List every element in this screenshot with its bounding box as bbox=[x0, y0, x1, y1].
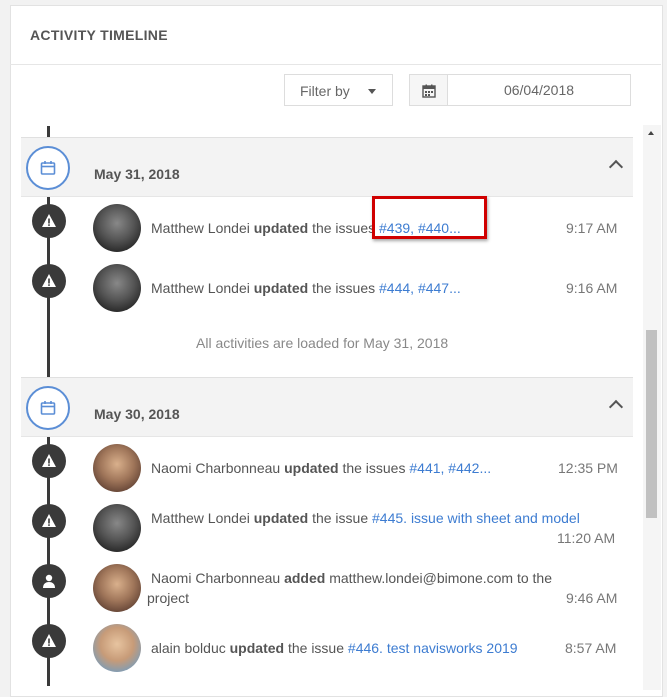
event-desc: the issues bbox=[312, 220, 376, 236]
event-text: Matthew Londei updated the issues #444, … bbox=[151, 280, 461, 296]
event-action: updated bbox=[229, 640, 285, 656]
event-time: 11:20 AM bbox=[557, 530, 616, 546]
event-time: 12:35 PM bbox=[558, 460, 618, 476]
warning-icon bbox=[32, 204, 66, 238]
event-user: Naomi Charbonneau bbox=[151, 460, 281, 476]
event-text: alain bolduc updated the issue #446. tes… bbox=[151, 640, 518, 656]
event-desc: the issues bbox=[342, 460, 406, 476]
scrollbar-thumb[interactable] bbox=[646, 330, 657, 518]
avatar bbox=[93, 264, 141, 312]
avatar bbox=[93, 564, 141, 612]
event-desc: the issues bbox=[312, 280, 376, 296]
event-desc-suffix: to the bbox=[516, 570, 552, 586]
timeline-scroll-area[interactable]: May 31, 2018 Matthew Londei updated the … bbox=[10, 0, 661, 690]
scrollbar[interactable] bbox=[643, 125, 661, 690]
event-text: Naomi Charbonneau added matthew.londei@b… bbox=[151, 570, 552, 586]
event-user: Matthew Londei bbox=[151, 510, 250, 526]
issue-link[interactable]: #439, #440... bbox=[379, 220, 461, 236]
avatar bbox=[93, 504, 141, 552]
event-text: Naomi Charbonneau updated the issues #44… bbox=[151, 460, 491, 476]
event-desc: matthew.londei@bimone.com bbox=[329, 570, 514, 586]
avatar bbox=[93, 624, 141, 672]
user-icon bbox=[32, 564, 66, 598]
event-action: updated bbox=[253, 510, 309, 526]
day-label: May 30, 2018 bbox=[94, 406, 180, 422]
event-user: alain bolduc bbox=[151, 640, 226, 656]
scroll-up-arrow-icon[interactable] bbox=[648, 131, 654, 135]
event-text: Matthew Londei updated the issue #445. i… bbox=[151, 510, 580, 526]
event-user: Matthew Londei bbox=[151, 220, 250, 236]
event-action: updated bbox=[253, 220, 309, 236]
calendar-icon bbox=[26, 386, 70, 430]
issue-link[interactable]: #445. issue with sheet and model bbox=[372, 510, 580, 526]
event-user: Matthew Londei bbox=[151, 280, 250, 296]
issue-link[interactable]: #444, #447... bbox=[379, 280, 461, 296]
day-header-may-30[interactable]: May 30, 2018 bbox=[21, 377, 633, 437]
warning-icon bbox=[32, 504, 66, 538]
warning-icon bbox=[32, 624, 66, 658]
avatar bbox=[93, 204, 141, 252]
calendar-icon bbox=[26, 146, 70, 190]
event-action: added bbox=[284, 570, 326, 586]
chevron-up-icon[interactable] bbox=[608, 399, 624, 415]
event-action: updated bbox=[253, 280, 309, 296]
event-text: Matthew Londei updated the issues #439, … bbox=[151, 220, 461, 236]
event-desc: the issue bbox=[312, 510, 369, 526]
event-time: 9:46 AM bbox=[566, 590, 618, 606]
issue-link[interactable]: #446. test navisworks 2019 bbox=[348, 640, 518, 656]
event-desc-project: project bbox=[147, 590, 190, 606]
event-user: Naomi Charbonneau bbox=[151, 570, 281, 586]
event-time: 8:57 AM bbox=[565, 640, 617, 656]
warning-icon bbox=[32, 444, 66, 478]
warning-icon bbox=[32, 264, 66, 298]
event-time: 9:16 AM bbox=[566, 280, 618, 296]
day-label: May 31, 2018 bbox=[94, 166, 180, 182]
issue-link[interactable]: #441, #442... bbox=[409, 460, 491, 476]
event-action: updated bbox=[284, 460, 339, 476]
chevron-up-icon[interactable] bbox=[608, 159, 624, 175]
day-header-may-31[interactable]: May 31, 2018 bbox=[21, 137, 633, 197]
avatar bbox=[93, 444, 141, 492]
event-desc: the issue bbox=[287, 640, 345, 656]
loaded-message: All activities are loaded for May 31, 20… bbox=[196, 335, 449, 351]
event-time: 9:17 AM bbox=[566, 220, 618, 236]
